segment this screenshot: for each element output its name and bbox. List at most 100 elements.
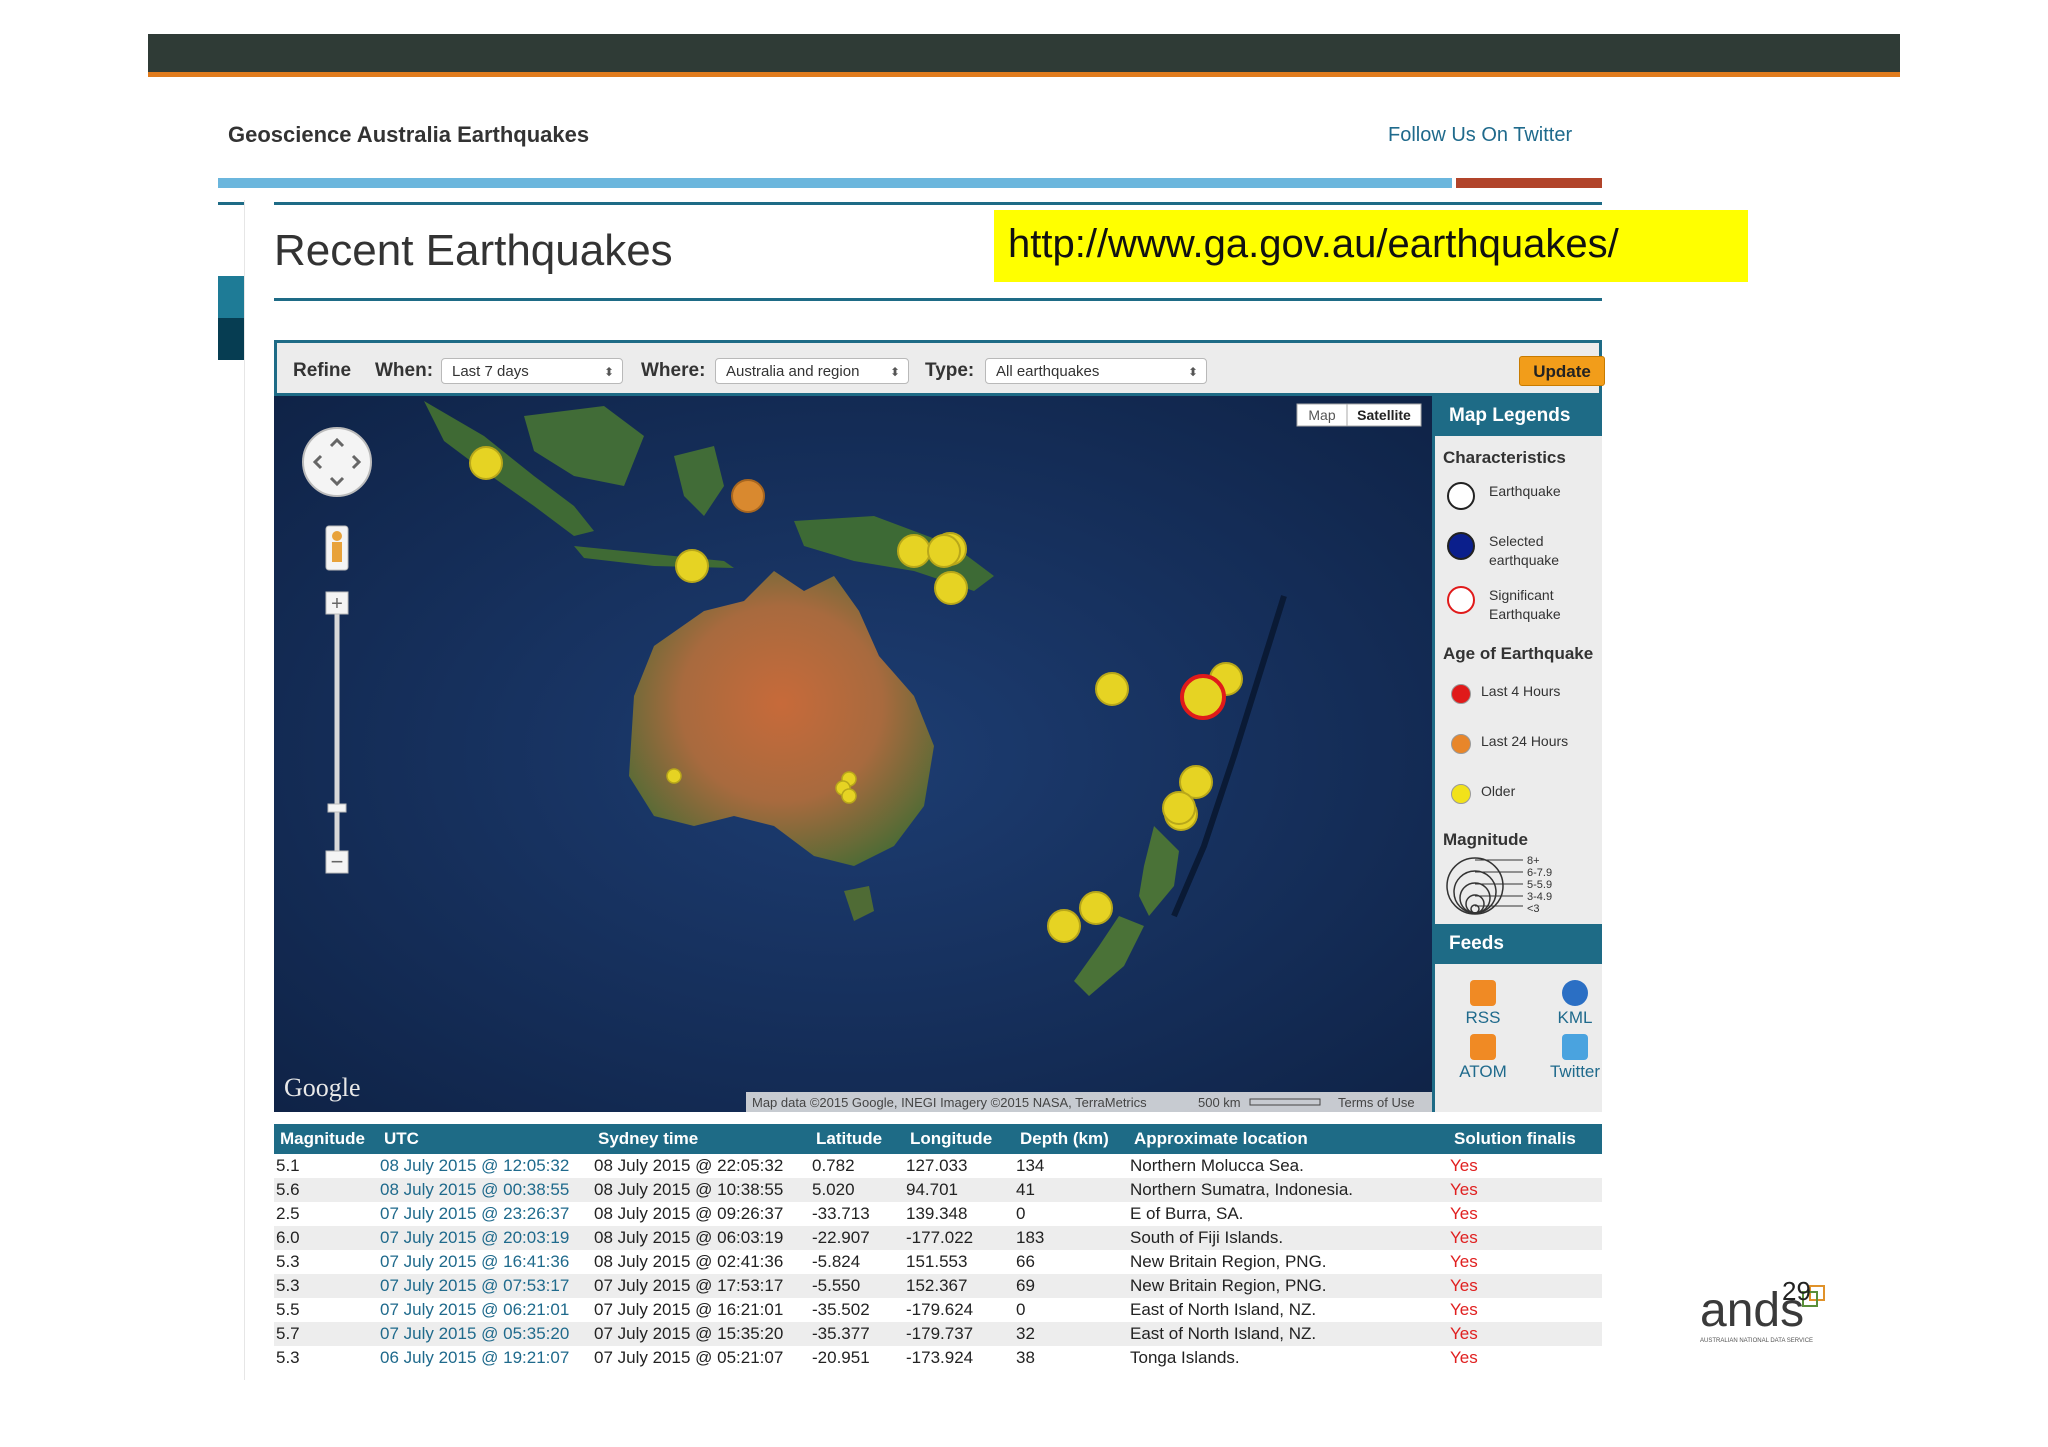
cell-utc[interactable]: 08 July 2015 @ 12:05:32 xyxy=(378,1154,592,1178)
zoom-in-icon: + xyxy=(331,593,343,615)
cell-depth: 41 xyxy=(1014,1178,1128,1202)
cell-solution: Yes xyxy=(1450,1204,1478,1223)
follow-twitter-link[interactable]: Follow Us On Twitter xyxy=(1388,124,1572,147)
cell-sydney-time: 07 July 2015 @ 15:35:20 xyxy=(592,1322,810,1346)
feed-twitter[interactable]: Twitter xyxy=(1545,1034,1602,1082)
where-select-value: Australia and region xyxy=(726,363,860,380)
cell-utc[interactable]: 07 July 2015 @ 07:53:17 xyxy=(378,1274,592,1298)
col-longitude[interactable]: Longitude xyxy=(904,1124,1014,1154)
rss-icon xyxy=(1470,980,1496,1006)
quake-marker[interactable] xyxy=(1079,891,1113,925)
significant-quake-marker[interactable] xyxy=(1180,674,1226,720)
quake-marker[interactable] xyxy=(1047,909,1081,943)
where-label: Where: xyxy=(641,360,706,381)
col-solution[interactable]: Solution finalis xyxy=(1448,1124,1602,1154)
cell-magnitude: 5.1 xyxy=(276,1156,300,1175)
cell-location: Northern Molucca Sea. xyxy=(1130,1156,1304,1175)
feed-rss-label: RSS xyxy=(1465,1008,1501,1027)
table-row[interactable]: 5.6 08 July 2015 @ 00:38:55 08 July 2015 @… xyxy=(274,1178,1602,1202)
side-tab-1[interactable] xyxy=(218,276,244,318)
cell-utc[interactable]: 07 July 2015 @ 06:21:01 xyxy=(378,1298,592,1322)
refine-label: Refine xyxy=(293,360,352,381)
cell-longitude: 152.367 xyxy=(904,1274,1014,1298)
feed-rss[interactable]: RSS xyxy=(1453,980,1513,1028)
table-row[interactable]: 5.5 07 July 2015 @ 06:21:01 07 July 2015 @… xyxy=(274,1298,1602,1322)
cell-solution: Yes xyxy=(1450,1156,1478,1175)
cell-utc[interactable]: 08 July 2015 @ 00:38:55 xyxy=(378,1178,592,1202)
feed-atom[interactable]: ATOM xyxy=(1453,1034,1513,1082)
page-number: 29 xyxy=(1782,1276,1811,1306)
table-row[interactable]: 5.3 06 July 2015 @ 19:21:07 07 July 2015 @… xyxy=(274,1346,1602,1370)
col-magnitude[interactable]: Magnitude xyxy=(274,1124,378,1154)
cell-depth: 38 xyxy=(1016,1348,1035,1367)
quake-marker[interactable] xyxy=(675,549,709,583)
cell-latitude: 5.020 xyxy=(810,1178,904,1202)
age-title: Age of Earthquake xyxy=(1443,644,1594,663)
quake-marker[interactable] xyxy=(469,446,503,480)
cell-depth: 32 xyxy=(1014,1322,1128,1346)
quake-marker[interactable] xyxy=(841,788,857,804)
update-button[interactable]: Update xyxy=(1519,356,1605,386)
quake-marker[interactable] xyxy=(897,534,931,568)
cell-solution: Yes xyxy=(1448,1178,1602,1202)
cell-latitude: -35.502 xyxy=(812,1300,870,1319)
cell-utc[interactable]: 07 July 2015 @ 05:35:20 xyxy=(378,1322,592,1346)
legend-age-4h-label: Last 4 Hours xyxy=(1481,683,1561,699)
feeds-title: Feeds xyxy=(1435,924,1602,964)
magnitude-level-8plus: 8+ xyxy=(1527,856,1540,867)
feed-kml[interactable]: KML xyxy=(1545,980,1602,1028)
site-title[interactable]: Geoscience Australia Earthquakes xyxy=(228,122,589,148)
where-select[interactable]: Australia and region ⬍ xyxy=(715,358,909,384)
cell-utc[interactable]: 06 July 2015 @ 19:21:07 xyxy=(378,1346,592,1370)
quake-marker[interactable] xyxy=(731,479,765,513)
map-terms-link[interactable]: Terms of Use xyxy=(1338,1095,1415,1110)
cell-depth: 183 xyxy=(1014,1226,1128,1250)
earthquake-map[interactable]: + − Map Satellite Google Map data ©2015 … xyxy=(274,396,1432,1112)
side-rule xyxy=(218,202,244,205)
top-header-band xyxy=(148,34,1900,72)
ands-logo-mark: ands AUSTRALIAN NATIONAL DATA SERVICE xyxy=(1700,1284,1825,1344)
ands-logo: ands AUSTRALIAN NATIONAL DATA SERVICE xyxy=(1698,1278,1834,1348)
quake-marker[interactable] xyxy=(1095,672,1129,706)
col-latitude[interactable]: Latitude xyxy=(810,1124,904,1154)
cell-magnitude: 5.3 xyxy=(274,1274,378,1298)
cell-utc[interactable]: 07 July 2015 @ 16:41:36 xyxy=(378,1250,592,1274)
cell-sydney-time: 08 July 2015 @ 09:26:37 xyxy=(594,1204,784,1223)
cell-depth: 66 xyxy=(1016,1252,1035,1271)
table-row[interactable]: 6.0 07 July 2015 @ 20:03:19 08 July 2015 @… xyxy=(274,1226,1602,1250)
cell-sydney-time: 07 July 2015 @ 05:21:07 xyxy=(594,1348,784,1367)
cell-magnitude: 6.0 xyxy=(274,1226,378,1250)
side-tab-2[interactable] xyxy=(218,318,244,360)
cell-latitude: -20.951 xyxy=(812,1348,870,1367)
table-row[interactable]: 5.7 07 July 2015 @ 05:35:20 07 July 2015 @… xyxy=(274,1322,1602,1346)
cell-utc[interactable]: 07 July 2015 @ 20:03:19 xyxy=(378,1226,592,1250)
orange-dot-icon xyxy=(1451,734,1471,754)
map-canvas[interactable]: + − Map Satellite Google Map data ©2015 … xyxy=(274,396,1432,1112)
legend-earthquake-label: Earthquake xyxy=(1489,483,1561,499)
characteristics-title: Characteristics xyxy=(1443,448,1566,467)
when-select[interactable]: Last 7 days ⬍ xyxy=(441,358,623,384)
table-row[interactable]: 5.3 07 July 2015 @ 16:41:36 08 July 2015 @… xyxy=(274,1250,1602,1274)
table-row[interactable]: 2.5 07 July 2015 @ 23:26:37 08 July 2015 @… xyxy=(274,1202,1602,1226)
zoom-slider-handle[interactable] xyxy=(327,803,347,813)
cell-utc[interactable]: 07 July 2015 @ 23:26:37 xyxy=(378,1202,592,1226)
col-utc[interactable]: UTC xyxy=(378,1124,592,1154)
quake-marker[interactable] xyxy=(1162,791,1196,825)
cell-solution: Yes xyxy=(1450,1300,1478,1319)
table-row[interactable]: 5.1 08 July 2015 @ 12:05:32 08 July 2015 @… xyxy=(274,1154,1602,1178)
twitter-icon xyxy=(1562,1034,1588,1060)
quake-marker[interactable] xyxy=(927,534,961,568)
map-type-satellite-label: Satellite xyxy=(1357,407,1411,423)
col-location[interactable]: Approximate location xyxy=(1128,1124,1448,1154)
table-row[interactable]: 5.3 07 July 2015 @ 07:53:17 07 July 2015 @… xyxy=(274,1274,1602,1298)
chevron-updown-icon: ⬍ xyxy=(1187,365,1198,379)
col-depth[interactable]: Depth (km) xyxy=(1014,1124,1128,1154)
red-dot-icon xyxy=(1451,684,1471,704)
type-select[interactable]: All earthquakes ⬍ xyxy=(985,358,1207,384)
legend-title: Map Legends xyxy=(1435,396,1602,436)
col-sydney-time[interactable]: Sydney time xyxy=(592,1124,810,1154)
quake-marker[interactable] xyxy=(666,768,682,784)
nav-bar-blue xyxy=(218,178,1452,188)
quake-marker[interactable] xyxy=(934,571,968,605)
cell-latitude: -33.713 xyxy=(812,1204,870,1223)
